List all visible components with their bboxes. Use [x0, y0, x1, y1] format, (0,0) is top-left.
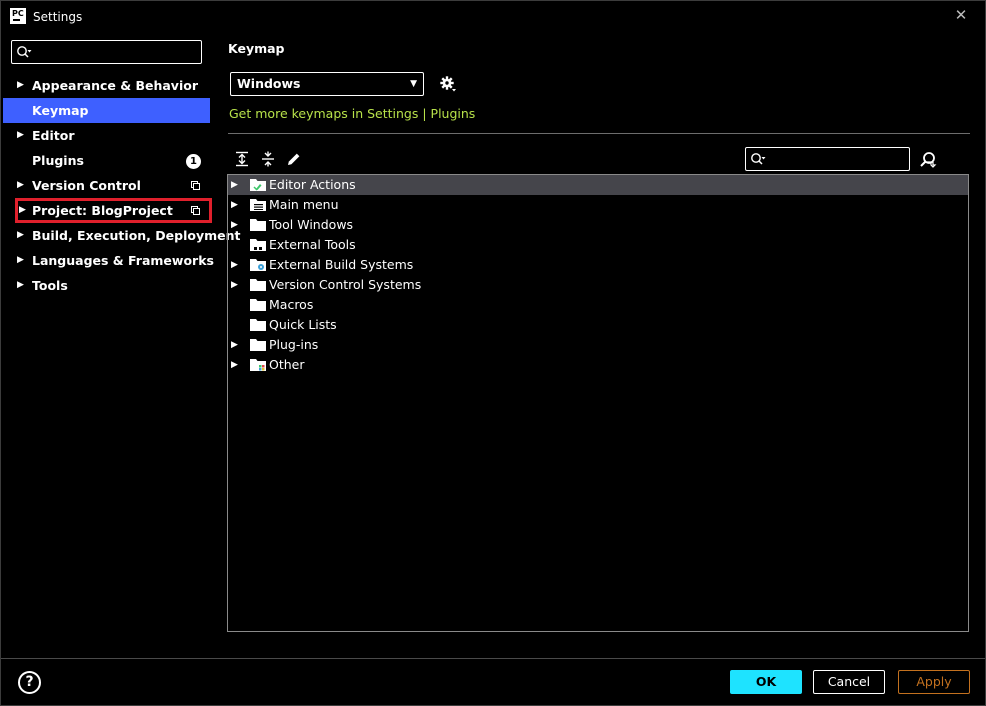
settings-search-input[interactable] [11, 40, 202, 64]
folder-icon [250, 319, 266, 331]
nav-label: Build, Execution, Deployment [32, 228, 241, 243]
tree-label: Tool Windows [269, 217, 354, 232]
nav-label: Plugins [32, 153, 84, 168]
gear-icon[interactable] [439, 75, 457, 93]
folder-icon [250, 339, 266, 351]
nav-tools[interactable]: ▶ Tools [1, 273, 217, 298]
settings-nav: ▶ Appearance & Behavior Keymap ▶ Editor … [1, 73, 240, 298]
expand-arrow-icon[interactable]: ▶ [231, 275, 238, 295]
nav-keymap[interactable]: Keymap [3, 98, 210, 123]
nav-label: Project: BlogProject [32, 203, 173, 218]
keymap-dropdown-value: Windows [237, 76, 301, 91]
nav-plugins[interactable]: Plugins 1 [1, 148, 217, 173]
other-folder-icon [250, 359, 266, 371]
section-title: Keymap [228, 41, 285, 56]
tree-label: External Build Systems [269, 257, 414, 272]
get-more-keymaps-link[interactable]: Get more keymaps in Settings | Plugins [229, 106, 475, 121]
plugins-update-badge: 1 [186, 154, 201, 169]
ok-button[interactable]: OK [730, 670, 802, 694]
expand-arrow-icon[interactable]: ▶ [231, 195, 238, 215]
nav-build-execution-deployment[interactable]: ▶ Build, Execution, Deployment [1, 223, 240, 248]
tree-row-tool-windows[interactable]: ▶ Tool Windows [228, 215, 968, 235]
tree-row-quick-lists[interactable]: Quick Lists [228, 315, 968, 335]
folder-icon [250, 299, 266, 311]
window-title: Settings [33, 10, 83, 24]
external-tools-folder-icon [250, 239, 266, 251]
main-menu-folder-icon [250, 199, 266, 211]
nav-label: Version Control [32, 178, 141, 193]
expand-arrow-icon[interactable]: ▶ [231, 335, 238, 355]
search-icon [17, 46, 32, 58]
editor-actions-folder-icon [250, 179, 266, 191]
expand-arrow-icon: ▶ [17, 255, 24, 265]
pycharm-app-icon: PC [10, 8, 26, 24]
build-systems-folder-icon [250, 259, 266, 271]
cancel-button[interactable]: Cancel [813, 670, 885, 694]
tree-label: Main menu [269, 197, 339, 212]
expand-arrow-icon: ▶ [17, 180, 24, 190]
nav-label: Languages & Frameworks [32, 253, 214, 268]
tree-row-external-tools[interactable]: External Tools [228, 235, 968, 255]
collapse-all-icon[interactable] [260, 151, 276, 167]
nav-label: Keymap [32, 103, 89, 118]
footer-divider [1, 658, 985, 659]
close-window-button[interactable]: ✕ [953, 7, 969, 23]
edit-pencil-icon[interactable] [286, 151, 302, 167]
tree-row-macros[interactable]: Macros [228, 295, 968, 315]
expand-arrow-icon: ▶ [17, 230, 24, 240]
title-bar: PC Settings ✕ [1, 1, 985, 33]
copy-icon [191, 206, 200, 215]
nav-label: Editor [32, 128, 75, 143]
nav-label: Appearance & Behavior [32, 78, 198, 93]
tree-row-editor-actions[interactable]: ▶ Editor Actions [228, 175, 968, 195]
expand-all-icon[interactable] [234, 151, 250, 167]
nav-label: Tools [32, 278, 68, 293]
tree-row-version-control-systems[interactable]: ▶ Version Control Systems [228, 275, 968, 295]
settings-window: PC Settings ✕ ▶ Appearance & Behavior Ke… [0, 0, 986, 706]
expand-arrow-icon[interactable]: ▶ [231, 255, 238, 275]
expand-arrow-icon: ▶ [17, 280, 24, 290]
tree-label: Editor Actions [269, 177, 356, 192]
folder-icon [250, 279, 266, 291]
divider [228, 133, 970, 134]
expand-arrow-icon[interactable]: ▶ [231, 215, 238, 235]
keymap-panel: Keymap Windows ▼ Get more keymaps in Set… [217, 33, 985, 658]
keymap-dropdown[interactable]: Windows ▼ [230, 72, 424, 96]
keymap-action-tree[interactable]: ▶ Editor Actions ▶ Main menu ▶ Tool Wind… [227, 174, 969, 632]
expand-arrow-icon[interactable]: ▶ [231, 355, 238, 375]
dropdown-caret-icon: ▼ [410, 79, 417, 89]
tree-label: Macros [269, 297, 314, 312]
apply-button[interactable]: Apply [898, 670, 970, 694]
search-icon [751, 153, 766, 165]
tree-label: Quick Lists [269, 317, 337, 332]
find-by-shortcut-icon[interactable] [919, 151, 937, 169]
nav-project-blogproject[interactable]: ▶ Project: BlogProject [15, 198, 212, 223]
tree-label: External Tools [269, 237, 356, 252]
expand-arrow-icon: ▶ [17, 130, 24, 140]
nav-version-control[interactable]: ▶ Version Control [1, 173, 217, 198]
tree-row-other[interactable]: ▶ Other [228, 355, 968, 375]
nav-editor[interactable]: ▶ Editor [1, 123, 217, 148]
settings-sidebar: ▶ Appearance & Behavior Keymap ▶ Editor … [1, 33, 240, 658]
expand-arrow-icon: ▶ [19, 205, 26, 215]
nav-languages-frameworks[interactable]: ▶ Languages & Frameworks [1, 248, 217, 273]
tree-search-input[interactable] [745, 147, 910, 171]
tree-label: Plug-ins [269, 337, 319, 352]
help-button[interactable]: ? [18, 671, 41, 694]
tree-label: Version Control Systems [269, 277, 422, 292]
expand-arrow-icon[interactable]: ▶ [231, 175, 238, 195]
tree-row-plug-ins[interactable]: ▶ Plug-ins [228, 335, 968, 355]
tree-row-main-menu[interactable]: ▶ Main menu [228, 195, 968, 215]
folder-icon [250, 219, 266, 231]
nav-appearance-behavior[interactable]: ▶ Appearance & Behavior [1, 73, 217, 98]
tree-row-external-build-systems[interactable]: ▶ External Build Systems [228, 255, 968, 275]
expand-arrow-icon: ▶ [17, 80, 24, 90]
tree-label: Other [269, 357, 305, 372]
copy-icon [191, 181, 200, 190]
